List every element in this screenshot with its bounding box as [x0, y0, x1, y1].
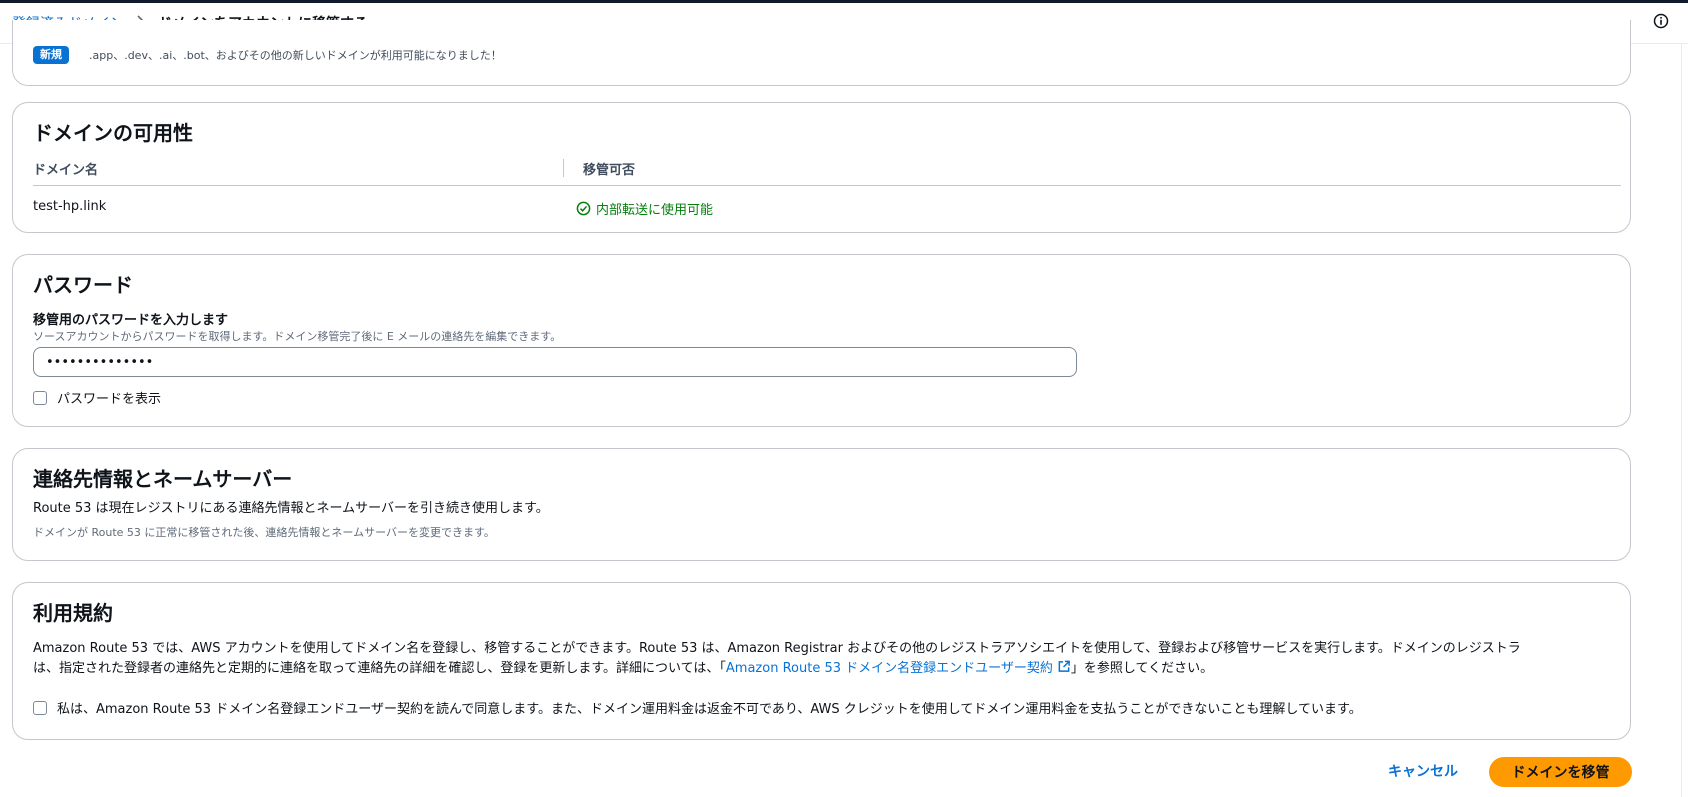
- status-text: 内部転送に使用可能: [596, 203, 714, 218]
- table-cell-domain: test-hp.link: [33, 199, 107, 214]
- contacts-text: Route 53 は現在レジストリにある連絡先情報とネームサーバーを引き続き使用…: [33, 501, 549, 516]
- password-card: パスワード 移管用のパスワードを入力します ソースアカウントからパスワードを取得…: [12, 254, 1631, 427]
- page-edge: [1681, 44, 1682, 797]
- status-indicator: 内部転送に使用可能: [576, 199, 713, 218]
- column-divider: [563, 159, 564, 177]
- contacts-card: 連絡先情報とネームサーバー Route 53 は現在レジストリにある連絡先情報と…: [12, 448, 1631, 561]
- availability-title: ドメインの可用性: [33, 121, 193, 145]
- terms-paragraph: Amazon Route 53 では、AWS アカウントを使用してドメイン名を登…: [33, 639, 1623, 679]
- password-title: パスワード: [33, 273, 133, 297]
- password-description: ソースアカウントからパスワードを取得します。ドメイン移管完了後に E メールの連…: [33, 330, 562, 343]
- announcement-card: 新規 .app、.dev、.ai、.bot、およびその他の新しいドメインが利用可…: [12, 20, 1631, 86]
- terms-line-2: は、指定された登録者の連絡先と定期的に連絡を取って連絡先の詳細を確認し、登録を更…: [33, 659, 1623, 679]
- terms-card: 利用規約 Amazon Route 53 では、AWS アカウントを使用してドメ…: [12, 582, 1631, 740]
- terms-title: 利用規約: [33, 601, 113, 625]
- show-password-checkbox[interactable]: パスワードを表示: [33, 388, 161, 407]
- new-badge: 新規: [33, 46, 69, 64]
- availability-card: ドメインの可用性 ドメイン名 移管可否 test-hp.link 内部転送に使用…: [12, 102, 1631, 233]
- contacts-title: 連絡先情報とネームサーバー: [33, 467, 293, 491]
- contacts-note: ドメインが Route 53 に正常に移管された後、連絡先情報とネームサーバーを…: [33, 526, 495, 539]
- password-input[interactable]: [33, 347, 1077, 377]
- transfer-domain-button[interactable]: ドメインを移管: [1489, 757, 1632, 787]
- checkbox[interactable]: [33, 700, 47, 715]
- terms-line-2-suffix: 」を参照してください。: [1070, 661, 1214, 676]
- terms-line-2-prefix: は、指定された登録者の連絡先と定期的に連絡を取って連絡先の詳細を確認し、登録を更…: [33, 661, 726, 676]
- show-password-label: パスワードを表示: [57, 392, 162, 407]
- terms-agreement-link[interactable]: Amazon Route 53 ドメイン名登録エンドユーザー契約: [726, 661, 1053, 676]
- agree-checkbox[interactable]: 私は、Amazon Route 53 ドメイン名登録エンドユーザー契約を読んで同…: [33, 698, 1362, 717]
- terms-line-1: Amazon Route 53 では、AWS アカウントを使用してドメイン名を登…: [33, 641, 1521, 656]
- cancel-button[interactable]: キャンセル: [1388, 761, 1458, 781]
- agree-label: 私は、Amazon Route 53 ドメイン名登録エンドユーザー契約を読んで同…: [57, 702, 1362, 717]
- top-bar: [0, 0, 1688, 3]
- column-header-domain: ドメイン名: [33, 163, 99, 178]
- table-divider: [33, 185, 1621, 186]
- column-header-transferable: 移管可否: [583, 163, 636, 178]
- password-label: 移管用のパスワードを入力します: [33, 313, 229, 328]
- external-link-icon: [1058, 660, 1070, 672]
- announcement-text: .app、.dev、.ai、.bot、およびその他の新しいドメインが利用可能にな…: [89, 49, 502, 62]
- check-circle-icon: [576, 201, 591, 216]
- info-icon[interactable]: [1653, 13, 1669, 29]
- checkbox[interactable]: [33, 390, 47, 405]
